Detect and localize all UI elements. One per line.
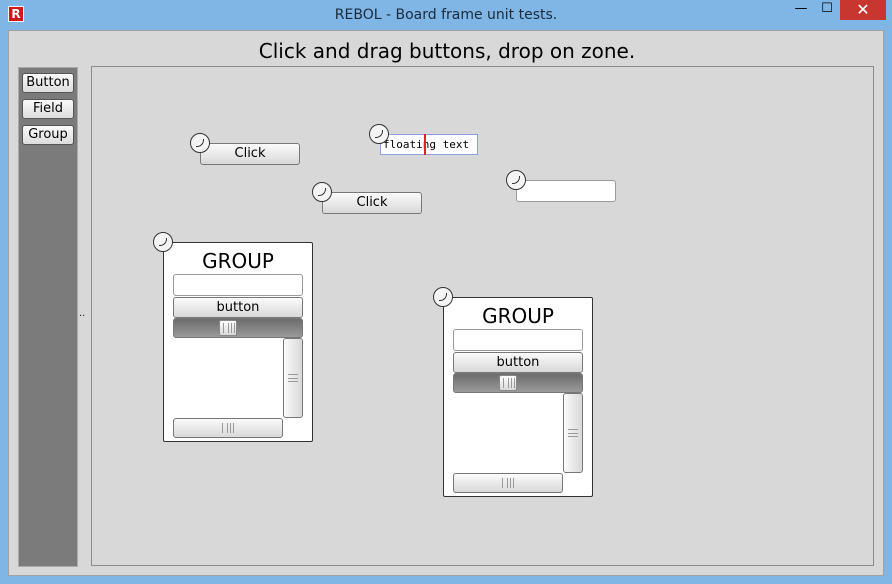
window-title: REBOL - Board frame unit tests. — [334, 7, 558, 23]
maximize-button[interactable]: ☐ — [814, 0, 840, 20]
drag-handle-icon[interactable] — [506, 170, 526, 190]
group-button[interactable]: button — [453, 352, 583, 373]
splitter-handle[interactable]: ·· — [79, 311, 85, 322]
group-title: GROUP — [482, 304, 554, 328]
group-button[interactable]: button — [173, 297, 303, 318]
group-text-field[interactable] — [453, 329, 583, 351]
slider-knob[interactable] — [499, 375, 517, 391]
empty-text-field[interactable] — [516, 180, 616, 202]
toolbox-button-field[interactable]: Field — [22, 99, 74, 119]
vertical-scroller[interactable] — [283, 338, 303, 418]
drag-handle-icon[interactable] — [190, 133, 210, 153]
grip-icon — [288, 374, 298, 382]
horizontal-scroller[interactable] — [453, 473, 563, 493]
group-title: GROUP — [202, 249, 274, 273]
page-heading: Click and drag buttons, drop on zone. — [258, 39, 636, 63]
vertical-scroller[interactable] — [563, 393, 583, 473]
click-button[interactable]: Click — [200, 143, 300, 165]
grip-icon — [223, 323, 235, 333]
toolbox-panel: Button Field Group — [18, 67, 78, 567]
grip-icon — [503, 378, 515, 388]
group-text-field[interactable] — [173, 274, 303, 296]
text-caret — [424, 134, 426, 155]
grip-icon — [502, 478, 514, 488]
drag-handle-icon[interactable] — [312, 182, 332, 202]
grip-icon — [568, 429, 578, 437]
toolbox-button-button[interactable]: Button — [22, 73, 74, 93]
drag-handle-icon[interactable] — [153, 232, 173, 252]
grip-icon — [222, 423, 234, 433]
group-slider[interactable] — [453, 373, 583, 393]
drag-handle-icon[interactable] — [433, 287, 453, 307]
floating-text-field[interactable]: floating text — [380, 134, 478, 155]
group-panel[interactable]: GROUP button — [163, 242, 313, 442]
toolbox-button-group[interactable]: Group — [22, 125, 74, 145]
slider-knob[interactable] — [219, 320, 237, 336]
group-panel[interactable]: GROUP button — [443, 297, 593, 497]
horizontal-scroller[interactable] — [173, 418, 283, 438]
drag-handle-icon[interactable] — [369, 124, 389, 144]
group-slider[interactable] — [173, 318, 303, 338]
minimize-button[interactable]: — — [788, 0, 814, 20]
click-button[interactable]: Click — [322, 192, 422, 214]
close-button[interactable]: ✕ — [840, 0, 886, 20]
